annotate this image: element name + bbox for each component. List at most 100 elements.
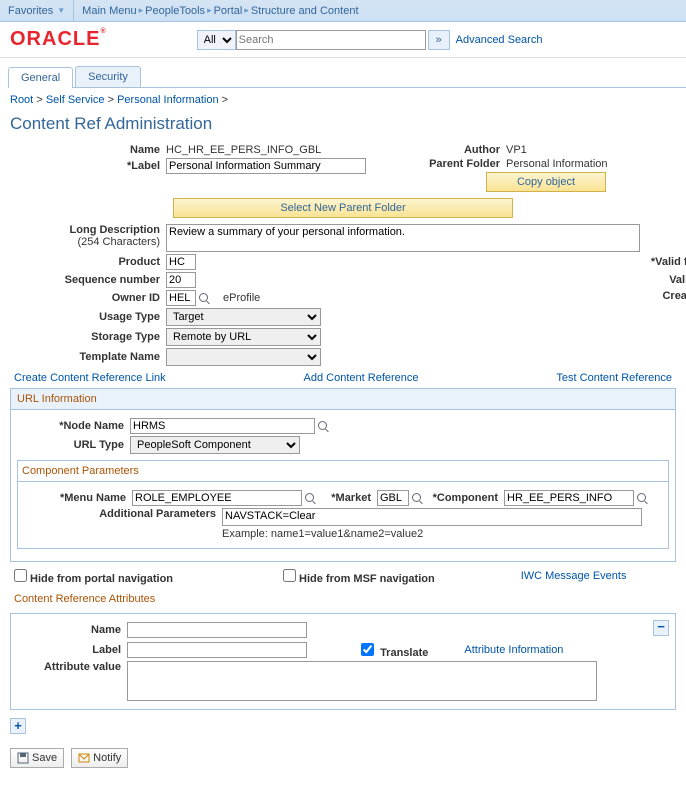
attr-label-label: Label [17, 644, 127, 656]
tab-security[interactable]: Security [75, 66, 141, 87]
bc-self-service[interactable]: Self Service [46, 94, 105, 106]
hide-msf-field: Hide from MSF navigation [279, 566, 441, 585]
action-bar: Save Notify [0, 740, 686, 776]
menu-label: *Menu Name [22, 492, 132, 504]
oracle-logo: ORACLE® [10, 28, 107, 51]
hide-portal-field: Hide from portal navigation [10, 566, 179, 585]
favorites-menu[interactable]: Favorites ▼ [0, 0, 74, 22]
copy-object-button[interactable]: Copy object [486, 172, 606, 192]
tab-general[interactable]: General [8, 67, 73, 88]
url-info-header: URL Information [11, 389, 675, 410]
advanced-search-link[interactable]: Advanced Search [456, 34, 543, 46]
save-icon [17, 752, 29, 764]
lookup-icon[interactable] [411, 492, 424, 505]
chevron-right-icon: ▸ [137, 5, 146, 16]
main-menu-link[interactable]: Main Menu [82, 5, 136, 17]
parent-value: Personal Information [506, 158, 608, 170]
valid-to-label: Valid to date [640, 274, 686, 286]
page-tabs: General Security [8, 66, 686, 88]
template-label: Template Name [10, 351, 166, 363]
urltype-label: URL Type [15, 439, 130, 451]
attr-info-link[interactable]: Attribute Information [464, 644, 563, 656]
label-label: *Label [10, 160, 166, 172]
node-label: *Node Name [15, 420, 130, 432]
hide-portal-checkbox[interactable] [14, 569, 27, 582]
collapse-row-button[interactable]: − [653, 620, 669, 636]
author-label: Author [416, 144, 506, 156]
creation-label: Creation Date [640, 290, 686, 302]
usage-select[interactable]: Target [166, 308, 321, 326]
attr-label-input[interactable] [127, 642, 307, 658]
favorites-label: Favorites [8, 5, 53, 17]
global-search: All » Advanced Search [197, 30, 543, 50]
component-input[interactable] [504, 490, 634, 506]
test-ref-link[interactable]: Test Content Reference [556, 372, 672, 384]
long-desc-label: Long Description [70, 224, 160, 236]
notify-icon [78, 752, 90, 764]
urltype-select[interactable]: PeopleSoft Component [130, 436, 300, 454]
addl-params-textarea[interactable]: NAVSTACK=Clear [222, 508, 642, 526]
content-breadcrumb: Root > Self Service > Personal Informati… [10, 94, 676, 106]
usage-label: Usage Type [10, 311, 166, 323]
market-input[interactable] [377, 490, 409, 506]
save-button[interactable]: Save [10, 748, 64, 768]
chevron-right-icon: ▸ [205, 5, 214, 16]
owner-input[interactable] [166, 290, 196, 306]
translate-checkbox[interactable] [361, 643, 374, 656]
attr-name-input[interactable] [127, 622, 307, 638]
select-parent-button[interactable]: Select New Parent Folder [173, 198, 513, 218]
search-go-button[interactable]: » [428, 30, 450, 50]
cref-attrs-header: Content Reference Attributes [10, 589, 676, 609]
product-label: Product [10, 256, 166, 268]
notify-button[interactable]: Notify [71, 748, 128, 768]
dropdown-icon: ▼ [57, 6, 65, 15]
owner-name: eProfile [223, 292, 260, 304]
lookup-icon[interactable] [198, 292, 211, 305]
name-value: HC_HR_EE_PERS_INFO_GBL [166, 144, 321, 156]
peopletools-link[interactable]: PeopleTools [145, 5, 205, 17]
attr-value-textarea[interactable] [127, 661, 597, 701]
create-ref-link[interactable]: Create Content Reference Link [14, 372, 166, 384]
top-nav-bar: Favorites ▼ Main Menu ▸ PeopleTools ▸ Po… [0, 0, 686, 22]
breadcrumb-nav: Main Menu ▸ PeopleTools ▸ Portal ▸ Struc… [74, 0, 686, 22]
search-input[interactable] [236, 30, 426, 50]
component-label: *Component [424, 492, 504, 504]
lookup-icon[interactable] [317, 420, 330, 433]
bc-personal-info[interactable]: Personal Information [117, 94, 219, 106]
portal-link[interactable]: Portal [214, 5, 243, 17]
lookup-icon[interactable] [636, 492, 649, 505]
page-title: Content Ref Administration [10, 114, 676, 134]
url-info-panel: URL Information *Node Name URL Type Peop… [10, 388, 676, 562]
parent-label: Parent Folder [416, 158, 506, 170]
hide-msf-checkbox[interactable] [283, 569, 296, 582]
storage-label: Storage Type [10, 331, 166, 343]
structure-link[interactable]: Structure and Content [251, 5, 359, 17]
name-label: Name [10, 144, 166, 156]
header-bar: ORACLE® All » Advanced Search [0, 22, 686, 58]
product-input[interactable] [166, 254, 196, 270]
market-label: *Market [317, 492, 377, 504]
seq-input[interactable] [166, 272, 196, 288]
search-scope-select[interactable]: All [197, 30, 236, 50]
attr-value-label: Attribute value [17, 661, 127, 673]
chars-label: (254 Characters) [77, 236, 160, 248]
owner-label: Owner ID [10, 292, 166, 304]
add-row-button[interactable]: + [10, 718, 26, 734]
node-input[interactable] [130, 418, 315, 434]
author-value: VP1 [506, 144, 527, 156]
example-text: Example: name1=value1&name2=value2 [222, 528, 423, 540]
template-select[interactable] [166, 348, 321, 366]
storage-select[interactable]: Remote by URL [166, 328, 321, 346]
attr-name-label: Name [17, 624, 127, 636]
iwc-link[interactable]: IWC Message Events [521, 570, 627, 582]
valid-from-label: *Valid from date [640, 256, 686, 268]
comp-params-header: Component Parameters [18, 461, 668, 482]
label-input[interactable] [166, 158, 366, 174]
menu-input[interactable] [132, 490, 302, 506]
translate-field: Translate [357, 640, 434, 659]
add-ref-link[interactable]: Add Content Reference [304, 372, 419, 384]
bc-root[interactable]: Root [10, 94, 33, 106]
long-desc-textarea[interactable]: Review a summary of your personal inform… [166, 224, 640, 252]
lookup-icon[interactable] [304, 492, 317, 505]
seq-label: Sequence number [10, 274, 166, 286]
